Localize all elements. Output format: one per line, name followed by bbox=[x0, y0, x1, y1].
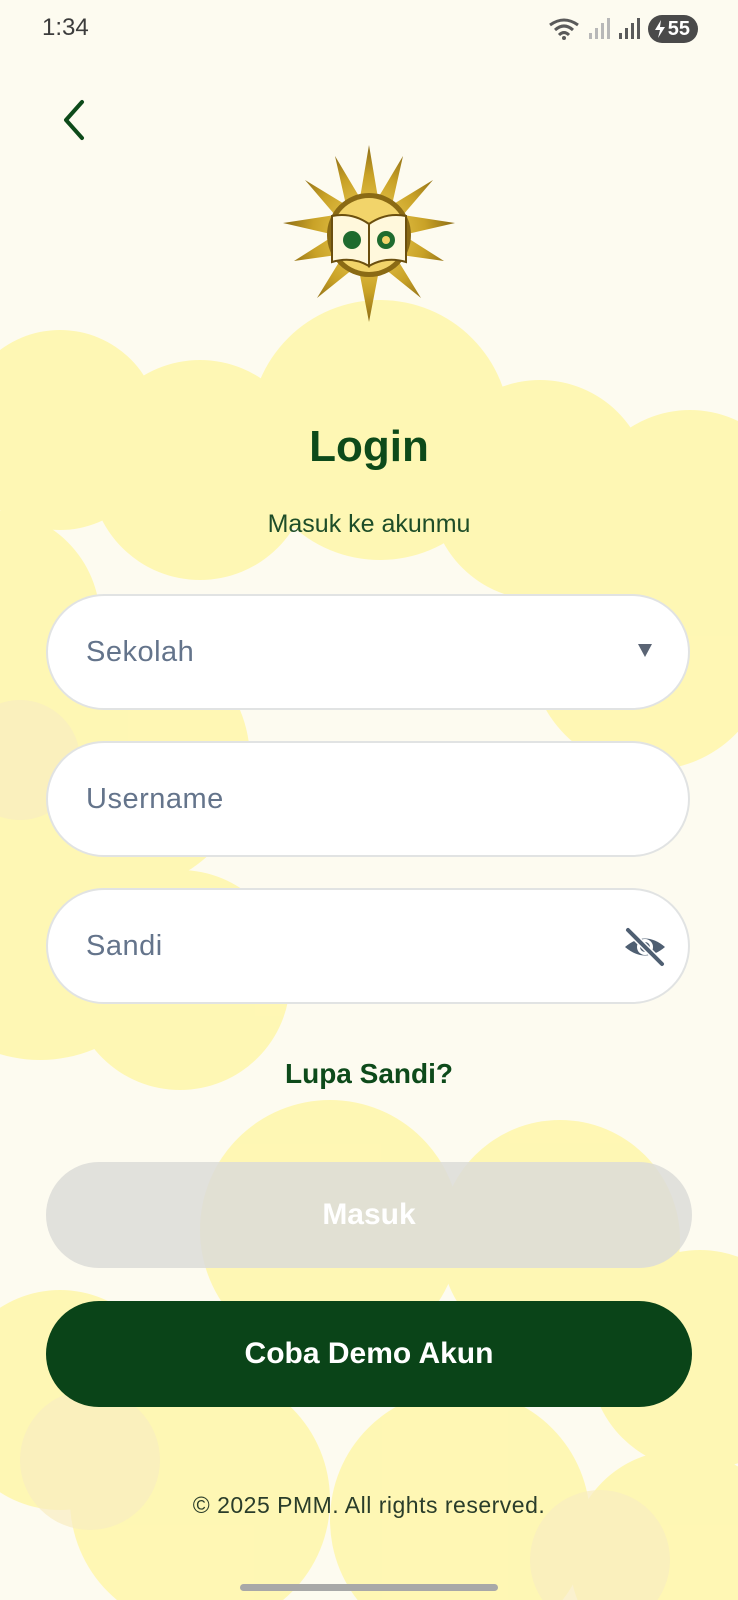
copyright-text: © 2025 PMM. All rights reserved. bbox=[192, 1492, 546, 1518]
login-button[interactable]: Masuk bbox=[46, 1162, 692, 1268]
username-placeholder: Username bbox=[86, 783, 224, 815]
dropdown-arrow-icon bbox=[638, 644, 652, 657]
app-logo bbox=[283, 145, 455, 322]
login-screen: 1:34 55 Login Masuk ke akunmu Sekolah Us… bbox=[0, 0, 738, 1600]
password-input[interactable]: Sandi bbox=[46, 888, 690, 1004]
password-placeholder: Sandi bbox=[86, 930, 163, 962]
wifi-icon bbox=[548, 18, 579, 40]
battery-level: 55 bbox=[667, 17, 690, 40]
page-subtitle: Masuk ke akunmu bbox=[267, 510, 471, 538]
home-indicator[interactable] bbox=[240, 1584, 498, 1591]
battery-charging-icon bbox=[654, 20, 665, 38]
eye-off-icon[interactable] bbox=[622, 924, 668, 970]
battery-indicator: 55 bbox=[647, 15, 698, 43]
back-button[interactable] bbox=[52, 96, 100, 144]
demo-account-button[interactable]: Coba Demo Akun bbox=[46, 1301, 692, 1407]
school-select[interactable]: Sekolah bbox=[46, 594, 690, 710]
page-title: Login bbox=[309, 422, 429, 471]
forgot-password-link[interactable]: Lupa Sandi? bbox=[0, 1058, 738, 1090]
signal-icon bbox=[588, 18, 610, 39]
status-time: 1:34 bbox=[42, 14, 89, 41]
username-input[interactable]: Username bbox=[46, 741, 690, 857]
school-select-placeholder: Sekolah bbox=[86, 636, 195, 668]
status-bar: 1:34 55 bbox=[0, 0, 738, 60]
status-icons: 55 bbox=[548, 15, 698, 43]
chevron-left-icon bbox=[64, 100, 84, 140]
signal-icon bbox=[618, 18, 640, 39]
